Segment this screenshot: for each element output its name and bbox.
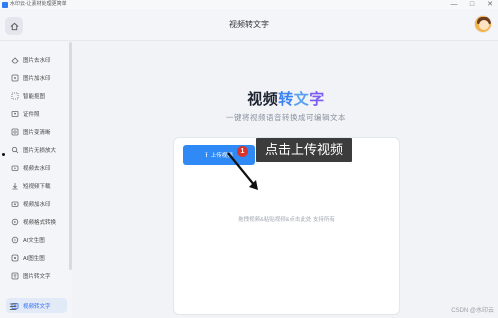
sidebar-item-label: 图片变清晰 [23, 129, 51, 136]
convert-icon [10, 217, 19, 226]
maximize-button[interactable]: □ [468, 0, 476, 9]
hero-title-part: 字 [309, 91, 325, 108]
csdn-watermark: CSDN @水印云 [451, 308, 494, 314]
image-text-icon [10, 271, 19, 280]
hero-title-part: 转 [278, 91, 294, 108]
step-badge: 1 [237, 146, 248, 157]
upload-hint: 拖拽视频&粘贴视频&点击此处 支持所有 [238, 217, 335, 223]
hero-title: 视频转文字 [74, 88, 498, 109]
sidebar-item-label: 图片无损放大 [23, 147, 57, 154]
menu-icon[interactable]: ☰ [9, 302, 17, 313]
window-titlebar: 水印云-让素材处理更简单 — □ ✕ [0, 0, 498, 9]
sidebar-item-smart-cutout[interactable]: 智能抠图 [6, 88, 67, 103]
sidebar-item-short-video-download[interactable]: 短视频下载 [6, 178, 67, 193]
sidebar-item-label: 图片加水印 [23, 75, 51, 82]
sidebar-item-ai-image-to-image[interactable]: AI图生图 [6, 250, 67, 265]
stamp-icon [10, 73, 19, 82]
user-avatar[interactable] [474, 15, 492, 33]
eraser-icon [10, 55, 19, 64]
home-icon [10, 22, 18, 30]
sidebar-item-label: AI图生图 [23, 255, 45, 262]
sidebar-item-label: 视频格式转换 [23, 219, 57, 226]
page-title: 视频转文字 [229, 20, 269, 29]
hero-title-part: 视频 [247, 91, 279, 108]
sidebar: 图片去水印 图片加水印 智能抠图 证件照 图片变清晰 图片无损放大 视频去水印 … [0, 42, 72, 318]
zoom-icon [10, 145, 19, 154]
sidebar-item-ai-text-to-image[interactable]: AI文生图 [6, 232, 67, 247]
sidebar-item-label: 短视频下载 [23, 183, 51, 190]
ai-text-image-icon [10, 235, 19, 244]
sidebar-item-image-clarity[interactable]: 图片变清晰 [6, 124, 67, 139]
home-button[interactable] [5, 17, 23, 35]
sidebar-item-video-watermark-remove[interactable]: 视频去水印 [6, 160, 67, 175]
video-eraser-icon [10, 163, 19, 172]
sidebar-item-image-watermark-remove[interactable]: 图片去水印 [6, 52, 67, 67]
sidebar-item-label: 图片去水印 [23, 57, 51, 64]
sidebar-item-label: 证件照 [23, 111, 40, 118]
id-photo-icon [10, 109, 19, 118]
sidebar-item-image-to-text[interactable]: 图片转文字 [6, 268, 67, 283]
sidebar-item-image-upscale[interactable]: 图片无损放大 [6, 142, 67, 157]
sidebar-item-id-photo[interactable]: 证件照 [6, 106, 67, 121]
sidebar-item-label: 视频转文字 [23, 303, 51, 310]
sidebar-scrollbar[interactable] [69, 42, 72, 270]
ai-image-image-icon [10, 253, 19, 262]
hero-subtitle: 一键将视频语音转换成可编辑文本 [226, 113, 346, 122]
sidebar-item-video-watermark-add[interactable]: 视频加水印 [6, 196, 67, 211]
top-bar: 视频转文字 [0, 9, 498, 41]
hero-title-part: 文 [293, 91, 310, 108]
cutout-icon [10, 91, 19, 100]
video-stamp-icon [10, 199, 19, 208]
sidebar-item-label: 视频加水印 [23, 201, 51, 208]
close-button[interactable]: ✕ [486, 0, 494, 9]
sidebar-item-image-watermark-add[interactable]: 图片加水印 [6, 70, 67, 85]
upload-icon: ⭱ [205, 151, 208, 159]
window-controls: — □ ✕ [450, 0, 494, 9]
sidebar-item-label: AI文生图 [23, 237, 45, 244]
window-title: 水印云-让素材处理更简单 [10, 1, 67, 7]
download-icon [10, 181, 19, 190]
sidebar-item-label: 视频去水印 [23, 165, 51, 172]
annotation-callout: 点击上传视频 [256, 138, 352, 162]
minimize-button[interactable]: — [450, 0, 458, 9]
sidebar-item-label: 图片转文字 [23, 273, 51, 280]
bullet-dot [2, 153, 5, 156]
app-logo-icon [2, 1, 8, 8]
clarity-icon [10, 127, 19, 136]
main-content: 视频转文字 一键将视频语音转换成可编辑文本 拖拽视频&粘贴视频&点击此处 支持所… [74, 42, 498, 318]
sidebar-item-video-format-convert[interactable]: 视频格式转换 [6, 214, 67, 229]
sidebar-item-label: 智能抠图 [23, 93, 46, 100]
